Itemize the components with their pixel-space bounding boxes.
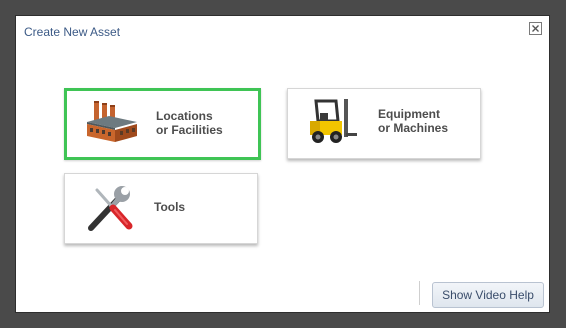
equipment-machines-option[interactable]: Equipment or Machines [287,88,481,159]
dialog-title: Create New Asset [24,25,121,39]
show-video-help-button[interactable]: Show Video Help [432,282,544,308]
footer-divider [419,281,420,305]
create-asset-dialog: Create New Asset Locations or Facilities… [15,15,550,313]
forklift-icon [310,99,357,143]
tools-icon [88,186,133,231]
equipment-label-line2: or Machines [378,121,449,135]
close-icon [532,25,539,32]
tools-label: Tools [154,200,186,214]
tools-option[interactable]: Tools [64,173,258,244]
locations-label-line1: Locations [156,109,213,123]
locations-label-line2: or Facilities [156,123,223,137]
locations-facilities-option[interactable]: Locations or Facilities [64,88,261,160]
equipment-label-line1: Equipment [378,107,440,121]
close-button[interactable] [529,22,542,35]
factory-icon [87,101,137,142]
